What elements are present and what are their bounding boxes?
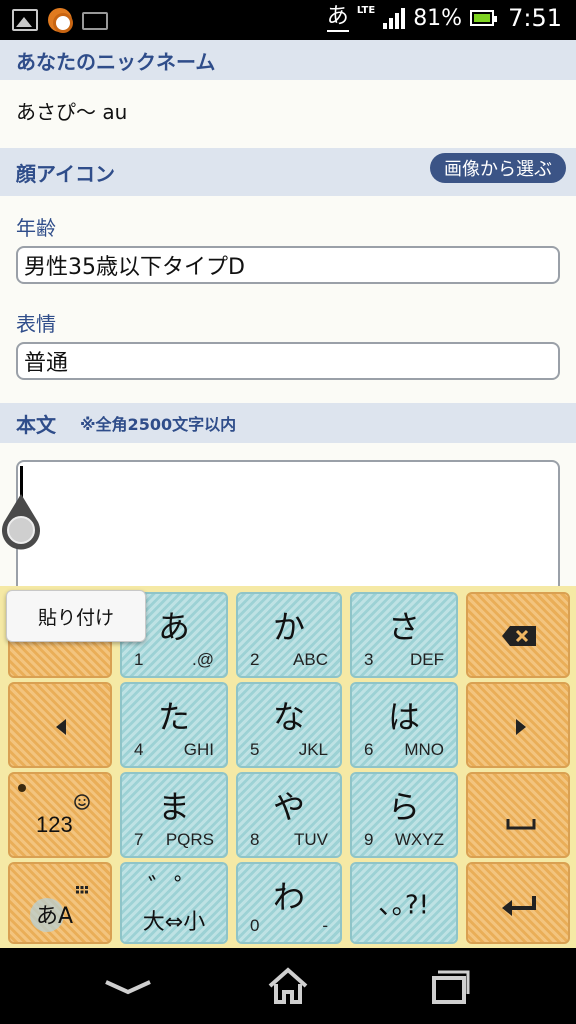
- navigation-bar: [0, 948, 576, 1024]
- nickname-header: あなたのニックネーム: [0, 40, 576, 80]
- number-mode-label: 123: [36, 812, 73, 837]
- kana-alpha-mode-label: あA: [36, 904, 74, 929]
- signal-icon: [383, 7, 406, 29]
- system-indicators: あ LTE 81% 7:51: [326, 4, 562, 32]
- key-sa-main: さ: [387, 608, 420, 646]
- back-chevron-icon[interactable]: [98, 966, 158, 1006]
- key-na-sub: JKL: [298, 740, 328, 759]
- body-char-limit-note: ※全角2500文字以内: [80, 415, 237, 434]
- key-sa[interactable]: さ 3 DEF: [350, 592, 458, 678]
- key-ya-main: や: [272, 788, 305, 826]
- battery-percent: 81%: [413, 5, 463, 31]
- clock: 7:51: [508, 4, 562, 32]
- status-bar: あ LTE 81% 7:51: [0, 0, 576, 40]
- body-header: 本文 ※全角2500文字以内: [0, 403, 576, 443]
- ime-indicator: あ: [326, 4, 349, 32]
- key-ka-main: か: [272, 608, 305, 646]
- backspace-icon: [502, 626, 536, 646]
- cursor-right-key[interactable]: [466, 682, 570, 768]
- key-ka-sub: ABC: [293, 650, 328, 669]
- key-na[interactable]: な 5 JKL: [236, 682, 342, 768]
- key-ra[interactable]: ら 9 WXYZ: [350, 772, 458, 858]
- kana-alpha-mode-key[interactable]: あA: [8, 862, 112, 944]
- key-dakuten[interactable]: ゛゜ 大⇔小: [120, 862, 228, 944]
- key-ya[interactable]: や 8 TUV: [236, 772, 342, 858]
- enter-key[interactable]: [466, 862, 570, 944]
- key-ka-num: 2: [250, 650, 260, 669]
- key-punctuation-main: ､｡?!: [378, 890, 430, 921]
- dot-icon: [18, 784, 26, 792]
- enter-icon: [502, 896, 536, 916]
- expression-select-value: 普通: [24, 351, 69, 376]
- key-na-main: な: [272, 698, 305, 736]
- choose-image-button[interactable]: 画像から選ぶ: [430, 153, 566, 183]
- key-wa-main: わ: [272, 878, 305, 916]
- age-select[interactable]: 男性35歳以下タイプD: [16, 246, 560, 284]
- body-textarea[interactable]: [16, 460, 560, 600]
- grid-icon: [76, 886, 88, 894]
- backspace-key[interactable]: [466, 592, 570, 678]
- key-ta-main: た: [157, 698, 190, 736]
- key-ma-num: 7: [134, 830, 144, 849]
- key-ha-main: は: [387, 698, 420, 736]
- key-dakuten-main: ゛゜: [147, 874, 200, 904]
- key-punctuation[interactable]: ､｡?!: [350, 862, 458, 944]
- key-ha-sub: MNO: [404, 740, 444, 759]
- caret-handle-icon[interactable]: [0, 492, 42, 552]
- key-ma[interactable]: ま 7 PQRS: [120, 772, 228, 858]
- key-ra-main: ら: [387, 788, 420, 826]
- key-ka[interactable]: か 2 ABC: [236, 592, 342, 678]
- space-icon: [506, 819, 536, 830]
- key-ma-main: ま: [157, 788, 190, 826]
- key-a-sub: .@: [192, 650, 214, 669]
- age-label: 年齢: [16, 216, 56, 240]
- key-sa-num: 3: [364, 650, 374, 669]
- expression-label: 表情: [16, 312, 56, 336]
- key-ya-sub: TUV: [294, 830, 328, 849]
- key-daishou-sub: 大⇔小: [142, 910, 206, 935]
- key-wa-num: 0: [250, 916, 260, 935]
- key-ta-sub: GHI: [183, 740, 214, 759]
- home-icon[interactable]: [258, 966, 318, 1006]
- key-ha[interactable]: は 6 MNO: [350, 682, 458, 768]
- number-mode-key[interactable]: 123: [8, 772, 112, 858]
- face-icon-header-label: 顔アイコン: [16, 161, 115, 186]
- key-a-num: 1: [134, 650, 144, 669]
- key-wa-sub: -: [322, 916, 328, 935]
- network-type: LTE: [356, 4, 376, 16]
- paste-tooltip-button[interactable]: 貼り付け: [6, 590, 146, 642]
- age-select-value: 男性35歳以下タイプD: [24, 255, 245, 280]
- key-ra-sub: WXYZ: [394, 830, 444, 849]
- body-header-label: 本文: [16, 412, 56, 437]
- battery-icon: [470, 10, 498, 26]
- notification-icons: [12, 8, 108, 33]
- key-ta[interactable]: た 4 GHI: [120, 682, 228, 768]
- key-sa-sub: DEF: [410, 650, 444, 669]
- key-ra-num: 9: [364, 830, 374, 849]
- key-ya-num: 8: [250, 830, 260, 849]
- key-na-num: 5: [250, 740, 260, 759]
- key-wa[interactable]: わ 0 -: [236, 862, 342, 944]
- cursor-left-key[interactable]: [8, 682, 112, 768]
- key-ma-sub: PQRS: [165, 830, 214, 849]
- image-icon: [12, 9, 38, 31]
- nickname-value[interactable]: あさぴ～ au: [16, 96, 127, 125]
- arrow-right-icon: [516, 719, 526, 735]
- app-circle-icon: [48, 8, 73, 33]
- key-ta-num: 4: [134, 740, 144, 759]
- smiley-icon: [74, 794, 90, 810]
- keyboard-icon: [82, 12, 108, 30]
- recent-apps-icon[interactable]: [418, 966, 478, 1006]
- key-ha-num: 6: [364, 740, 374, 759]
- arrow-left-icon: [56, 719, 66, 735]
- expression-select[interactable]: 普通: [16, 342, 560, 380]
- space-key[interactable]: [466, 772, 570, 858]
